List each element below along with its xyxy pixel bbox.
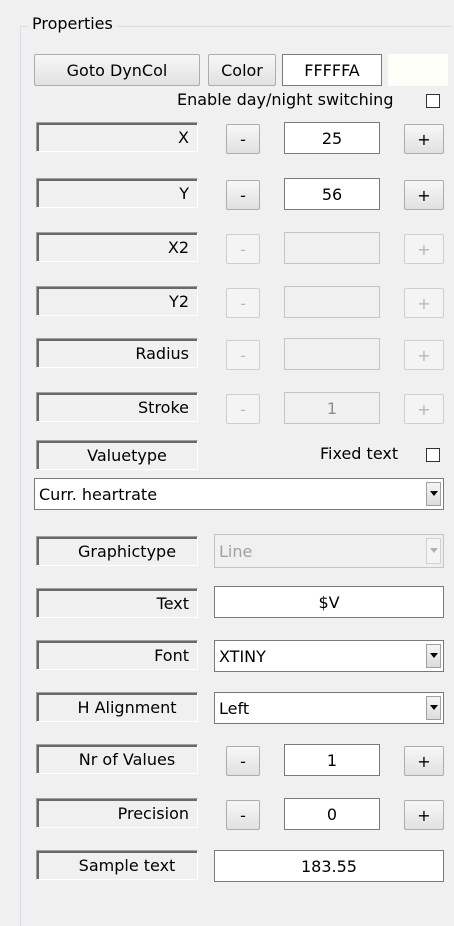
daynight-checkbox[interactable] bbox=[426, 94, 440, 108]
sample-text-field[interactable]: 183.55 bbox=[214, 850, 444, 882]
text-value-field[interactable]: $V bbox=[214, 586, 444, 618]
valuetype-label: Valuetype bbox=[36, 440, 198, 470]
stroke-plus-button[interactable]: + bbox=[404, 394, 444, 424]
x-label: X bbox=[36, 122, 198, 152]
precision-value-field[interactable]: 0 bbox=[284, 798, 380, 830]
fixed-text-checkbox[interactable] bbox=[426, 448, 440, 462]
chevron-down-icon[interactable] bbox=[426, 644, 441, 668]
precision-plus-button[interactable]: + bbox=[404, 800, 444, 830]
halign-select[interactable]: Left bbox=[214, 692, 444, 724]
nrvalues-label: Nr of Values bbox=[36, 744, 198, 774]
properties-group-title: Properties bbox=[28, 14, 117, 33]
color-button[interactable]: Color bbox=[208, 54, 276, 86]
stroke-label: Stroke bbox=[36, 392, 198, 422]
daynight-label: Enable day/night switching bbox=[177, 90, 394, 109]
nrvalues-value-field[interactable]: 1 bbox=[284, 744, 380, 776]
y-plus-button[interactable]: + bbox=[404, 180, 444, 210]
stroke-minus-button[interactable]: - bbox=[226, 394, 260, 424]
properties-groupbox bbox=[20, 26, 452, 926]
y2-label: Y2 bbox=[36, 286, 198, 316]
sample-text-label: Sample text bbox=[36, 850, 198, 880]
x-plus-button[interactable]: + bbox=[404, 124, 444, 154]
valuetype-select[interactable]: Curr. heartrate bbox=[34, 478, 444, 510]
goto-dyncol-button[interactable]: Goto DynCol bbox=[34, 54, 200, 86]
font-select-value: XTINY bbox=[219, 646, 266, 666]
graphictype-label: Graphictype bbox=[36, 536, 198, 566]
valuetype-select-value: Curr. heartrate bbox=[39, 484, 158, 504]
x2-label: X2 bbox=[36, 232, 198, 262]
x-minus-button[interactable]: - bbox=[226, 124, 260, 154]
precision-label: Precision bbox=[36, 798, 198, 828]
y2-plus-button[interactable]: + bbox=[404, 288, 444, 318]
graphictype-select[interactable]: Line bbox=[214, 534, 444, 568]
radius-plus-button[interactable]: + bbox=[404, 340, 444, 370]
halign-label: H Alignment bbox=[36, 692, 198, 722]
stroke-value-field[interactable]: 1 bbox=[284, 392, 380, 424]
x2-minus-button[interactable]: - bbox=[226, 234, 260, 264]
color-swatch bbox=[388, 54, 448, 86]
color-value-field[interactable]: FFFFFA bbox=[282, 54, 382, 86]
radius-value-field[interactable] bbox=[284, 338, 380, 370]
y-value-field[interactable]: 56 bbox=[284, 178, 380, 210]
radius-label: Radius bbox=[36, 338, 198, 368]
chevron-down-icon[interactable] bbox=[426, 482, 441, 506]
x2-plus-button[interactable]: + bbox=[404, 234, 444, 264]
y-minus-button[interactable]: - bbox=[226, 180, 260, 210]
y2-value-field[interactable] bbox=[284, 286, 380, 318]
nrvalues-plus-button[interactable]: + bbox=[404, 746, 444, 776]
y2-minus-button[interactable]: - bbox=[226, 288, 260, 318]
x-value-field[interactable]: 25 bbox=[284, 122, 380, 154]
halign-select-value: Left bbox=[219, 698, 250, 718]
nrvalues-minus-button[interactable]: - bbox=[226, 746, 260, 776]
chevron-down-icon[interactable] bbox=[426, 538, 441, 564]
x2-value-field[interactable] bbox=[284, 232, 380, 264]
radius-minus-button[interactable]: - bbox=[226, 340, 260, 370]
text-label: Text bbox=[36, 588, 198, 618]
font-label: Font bbox=[36, 640, 198, 670]
fixed-text-label: Fixed text bbox=[320, 444, 399, 463]
graphictype-select-value: Line bbox=[219, 541, 253, 561]
y-label: Y bbox=[36, 178, 198, 208]
precision-minus-button[interactable]: - bbox=[226, 800, 260, 830]
font-select[interactable]: XTINY bbox=[214, 640, 444, 672]
chevron-down-icon[interactable] bbox=[426, 696, 441, 720]
